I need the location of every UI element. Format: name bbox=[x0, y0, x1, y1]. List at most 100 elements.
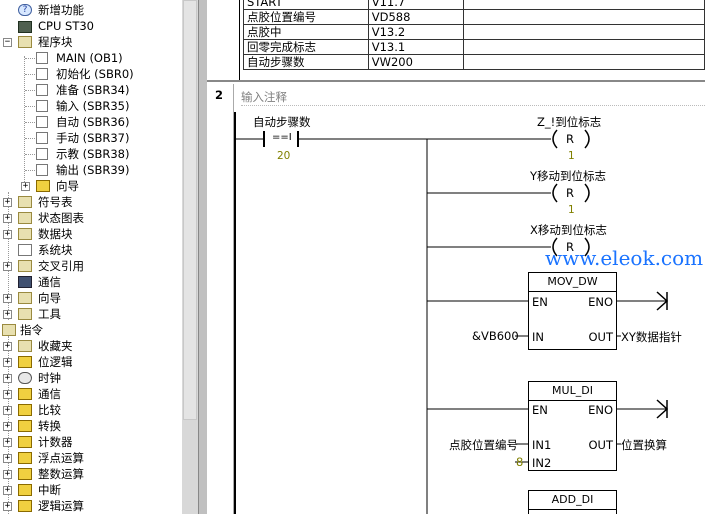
expand-icon[interactable]: + bbox=[3, 486, 12, 495]
mov-in-operand[interactable]: &VB600 bbox=[472, 329, 519, 343]
tree-item-label: 程序块 bbox=[38, 35, 73, 49]
splitter[interactable] bbox=[198, 0, 207, 514]
tree-item-label: 逻辑运算 bbox=[38, 499, 84, 513]
compare-icon bbox=[18, 404, 32, 416]
add-di-block[interactable]: ADD_DI bbox=[528, 490, 617, 514]
tree-item-label: 向导 bbox=[38, 291, 61, 305]
tree-item-label: 计数器 bbox=[38, 435, 73, 449]
pin-in: IN bbox=[532, 330, 544, 344]
program-block-icon bbox=[18, 36, 32, 48]
program-icon bbox=[36, 116, 48, 128]
tree-item-label: 状态图表 bbox=[38, 211, 84, 225]
coil-operand[interactable]: Z_!到位标志 bbox=[537, 114, 601, 130]
tree-item-label: 示教 (SBR38) bbox=[56, 147, 130, 161]
expand-icon[interactable]: + bbox=[3, 422, 12, 431]
tree-item-label: 自动 (SBR36) bbox=[56, 115, 130, 129]
mul-in1-operand[interactable]: 点胶位置编号 bbox=[449, 437, 518, 453]
help-icon: ? bbox=[18, 4, 32, 16]
pin-en: EN bbox=[532, 295, 548, 309]
tree-item-label: 新增功能 bbox=[38, 3, 84, 17]
tree-item-label: CPU ST30 bbox=[38, 19, 94, 33]
ladder-editor[interactable]: START V11.7 点胶位置编号 VD588 点胶中 V13.2 回零完成标志 V1… bbox=[207, 0, 705, 514]
mul-out-operand[interactable]: 位置换算 bbox=[621, 437, 667, 453]
expand-icon[interactable]: + bbox=[3, 390, 12, 399]
contact-operand[interactable]: 自动步骤数 bbox=[253, 114, 311, 130]
communication-icon bbox=[18, 276, 32, 288]
expand-icon[interactable]: + bbox=[3, 342, 12, 351]
tree-scrollbar[interactable] bbox=[182, 0, 198, 514]
mov-dw-block[interactable]: MOV_DW EN ENO IN OUT bbox=[528, 272, 617, 350]
program-icon bbox=[36, 52, 48, 64]
program-icon bbox=[36, 100, 48, 112]
mul-di-block[interactable]: MUL_DI EN ENO IN1 OUT IN2 bbox=[528, 381, 617, 471]
bit-logic-icon bbox=[18, 356, 32, 368]
expand-icon[interactable]: + bbox=[3, 230, 12, 239]
coil-operand[interactable]: X移动到位标志 bbox=[530, 222, 607, 238]
coil-type: R bbox=[566, 186, 574, 200]
tree-item-label: 比较 bbox=[38, 403, 61, 417]
program-icon bbox=[36, 68, 48, 80]
pin-out: OUT bbox=[588, 330, 614, 344]
watermark: www.eleok.com bbox=[545, 246, 704, 270]
clock-icon bbox=[18, 372, 32, 384]
expand-icon[interactable]: + bbox=[3, 262, 12, 271]
expand-icon[interactable]: + bbox=[3, 214, 12, 223]
counter-icon bbox=[18, 436, 32, 448]
tree-item-label: 浮点运算 bbox=[38, 451, 84, 465]
expand-icon[interactable]: + bbox=[3, 358, 12, 367]
logic-op-icon bbox=[18, 500, 32, 512]
scrollbar-thumb[interactable] bbox=[183, 0, 197, 420]
expand-icon[interactable]: + bbox=[3, 502, 12, 511]
folder-icon bbox=[18, 340, 32, 352]
block-title: ADD_DI bbox=[529, 491, 616, 510]
tree-item-label: 准备 (SBR34) bbox=[56, 83, 130, 97]
tree-item-label: 指令 bbox=[20, 323, 43, 337]
instructions-icon bbox=[2, 324, 16, 336]
project-tree[interactable]: ? 新增功能 CPU ST30 − 程序块 MAIN (OB1) 初始化 (SB… bbox=[0, 0, 182, 514]
expand-icon[interactable]: + bbox=[3, 294, 12, 303]
coil-operand[interactable]: Y移动到位标志 bbox=[530, 168, 606, 184]
folder-icon bbox=[18, 228, 32, 240]
program-icon bbox=[36, 84, 48, 96]
folder-icon bbox=[18, 196, 32, 208]
expand-icon[interactable]: + bbox=[3, 406, 12, 415]
collapse-icon[interactable]: − bbox=[3, 38, 12, 47]
block-title: MUL_DI bbox=[529, 382, 616, 401]
expand-icon[interactable]: + bbox=[3, 310, 12, 319]
folder-icon bbox=[18, 308, 32, 320]
mul-in2-operand[interactable]: 8 bbox=[516, 455, 523, 469]
tree-item-label: 系统块 bbox=[38, 243, 73, 257]
pin-out: OUT bbox=[588, 438, 614, 452]
expand-icon[interactable]: + bbox=[3, 198, 12, 207]
tree-item-label: MAIN (OB1) bbox=[56, 51, 123, 65]
pin-in2: IN2 bbox=[532, 456, 552, 470]
pin-eno: ENO bbox=[588, 403, 613, 417]
system-block-icon bbox=[18, 244, 32, 256]
expand-icon[interactable]: + bbox=[3, 438, 12, 447]
tree-item-label: 通信 bbox=[38, 387, 61, 401]
coil-count[interactable]: 1 bbox=[568, 204, 575, 216]
expand-icon[interactable]: + bbox=[21, 182, 30, 191]
interrupt-icon bbox=[18, 484, 32, 496]
expand-icon[interactable]: + bbox=[3, 374, 12, 383]
tree-item-label: 通信 bbox=[38, 275, 61, 289]
pin-in1: IN1 bbox=[532, 438, 552, 452]
tree-item-label: 符号表 bbox=[38, 195, 73, 209]
contact-value[interactable]: 20 bbox=[277, 150, 290, 162]
program-icon bbox=[36, 132, 48, 144]
communication-icon bbox=[18, 388, 32, 400]
tree-item-label: 向导 bbox=[56, 179, 79, 193]
expand-icon[interactable]: + bbox=[3, 470, 12, 479]
tree-item-label: 手动 (SBR37) bbox=[56, 131, 130, 145]
folder-icon bbox=[18, 292, 32, 304]
tree-item-label: 工具 bbox=[38, 307, 61, 321]
coil-count[interactable]: 1 bbox=[568, 150, 575, 162]
convert-icon bbox=[18, 420, 32, 432]
tree-item-label: 收藏夹 bbox=[38, 339, 73, 353]
folder-icon bbox=[18, 260, 32, 272]
mov-out-operand[interactable]: XY数据指针 bbox=[621, 329, 682, 345]
expand-icon[interactable]: + bbox=[3, 454, 12, 463]
coil-type: R bbox=[566, 132, 574, 146]
int-math-icon bbox=[18, 468, 32, 480]
tree-item-label: 中断 bbox=[38, 483, 61, 497]
